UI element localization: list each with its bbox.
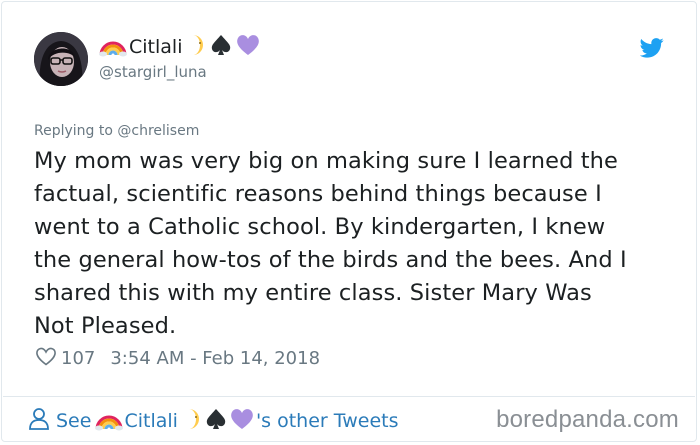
user-handle[interactable]: @stargirl_luna: [99, 63, 207, 81]
avatar[interactable]: [34, 32, 88, 86]
tweet-meta: 107 3:54 AM - Feb 14, 2018: [35, 345, 320, 371]
spade-icon: [205, 407, 227, 436]
spade-icon: [210, 33, 232, 62]
brand-watermark: boredpanda.com: [496, 406, 679, 433]
like-count: 107: [61, 347, 96, 369]
crescent-moon-icon: [183, 407, 203, 436]
timestamp[interactable]: 3:54 AM - Feb 14, 2018: [110, 348, 320, 369]
divider: [3, 396, 695, 397]
see-label: See: [56, 410, 92, 432]
other-tweets-label: 's other Tweets: [255, 410, 399, 432]
purple-heart-icon: [235, 33, 261, 62]
see-other-tweets-link[interactable]: See Citlali 's other Tweets: [28, 407, 398, 435]
purple-heart-icon: [229, 407, 255, 436]
twitter-bird-icon[interactable]: [639, 37, 664, 59]
display-name: Citlali: [129, 36, 183, 58]
rainbow-icon: [99, 33, 127, 62]
replying-to[interactable]: Replying to @chrelisem: [34, 123, 199, 139]
crescent-moon-icon: [187, 33, 207, 62]
heart-outline-icon[interactable]: [35, 346, 57, 371]
tweet-card: Citlali @stargirl_luna Replying to @chre…: [1, 1, 697, 442]
rainbow-icon: [95, 407, 124, 436]
footer-display-name: Citlali: [124, 410, 178, 432]
display-name-row[interactable]: Citlali: [99, 33, 261, 61]
tweet-text: My mom was very big on making sure I lea…: [34, 148, 627, 339]
person-icon: [28, 407, 50, 436]
